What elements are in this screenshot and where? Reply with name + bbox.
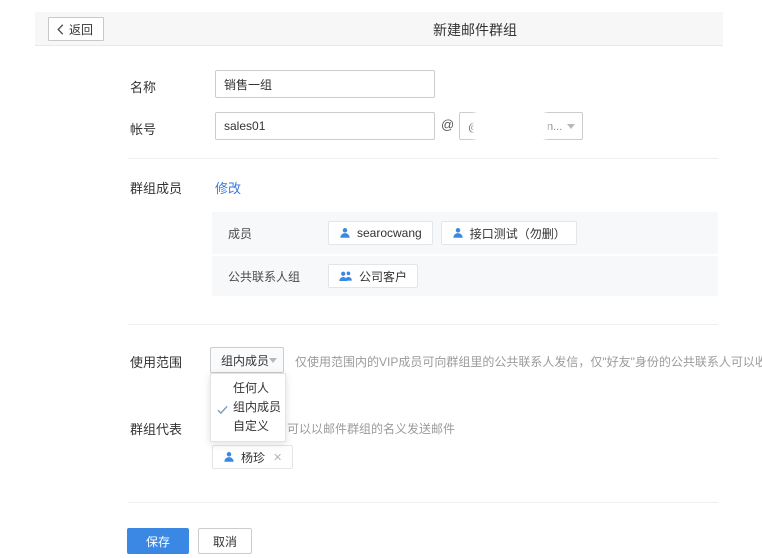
scope-option-custom[interactable]: 自定义	[211, 417, 285, 436]
scope-select-value: 组内成员	[221, 352, 269, 369]
scope-option-label: 自定义	[233, 419, 269, 433]
cancel-button[interactable]: 取消	[198, 528, 252, 554]
members-section-label: 群组成员	[130, 178, 182, 197]
divider	[128, 502, 718, 503]
caret-down-icon	[269, 358, 277, 363]
page-title: 新建邮件群组	[433, 20, 517, 40]
create-mail-group-page: 返回 新建邮件群组 名称 帐号 @ @ n... 群组成员 修改 成员 sear…	[0, 0, 762, 558]
contact-group-row-label: 公共联系人组	[228, 268, 328, 285]
save-button[interactable]: 保存	[127, 528, 189, 554]
domain-select[interactable]: @ n...	[459, 112, 583, 140]
redacted-domain-blur	[474, 106, 546, 146]
member-chip[interactable]: searocwang	[328, 221, 433, 245]
back-button[interactable]: 返回	[48, 17, 104, 41]
user-icon	[339, 227, 351, 239]
name-label: 名称	[130, 77, 156, 96]
scope-option-label: 组内成员	[233, 400, 281, 414]
account-input[interactable]	[215, 112, 435, 140]
scope-option-group-members[interactable]: 组内成员	[211, 398, 285, 417]
user-icon	[223, 451, 235, 463]
scope-select[interactable]: 组内成员	[210, 347, 284, 373]
scope-option-label: 任何人	[233, 381, 269, 395]
users-icon	[339, 270, 353, 282]
scope-option-anyone[interactable]: 任何人	[211, 379, 285, 398]
divider	[128, 324, 718, 325]
scope-label: 使用范围	[130, 352, 182, 371]
contact-group-chip[interactable]: 公司客户	[328, 264, 418, 288]
member-chip[interactable]: 接口测试（勿删）	[441, 221, 577, 245]
header-bar: 返回 新建邮件群组	[35, 12, 723, 46]
members-row-label: 成员	[228, 225, 328, 242]
members-row: 成员 searocwang 接口测试（勿删）	[212, 212, 718, 254]
contact-group-chip-label: 公司客户	[359, 268, 407, 285]
representative-chip-label: 杨珍	[241, 449, 265, 466]
member-chip-label: searocwang	[357, 226, 422, 240]
representative-label: 群组代表	[130, 419, 182, 438]
divider	[128, 158, 718, 159]
representative-chip[interactable]: 杨珍 ✕	[212, 445, 293, 469]
scope-dropdown-menu: 任何人 组内成员 自定义	[210, 373, 286, 442]
contact-group-row: 公共联系人组 公司客户	[212, 256, 718, 296]
caret-down-icon	[567, 124, 575, 129]
scope-help-text: 仅使用范围内的VIP成员可向群组里的公共联系人发信，仅"好友"身份的公共联系人可…	[295, 353, 762, 370]
domain-suffix: n...	[547, 121, 562, 133]
at-symbol: @	[441, 117, 454, 132]
back-button-label: 返回	[69, 21, 93, 38]
member-chip-label: 接口测试（勿删）	[470, 225, 566, 242]
representative-help-text: 可以以邮件群组的名义发送邮件	[287, 420, 455, 437]
close-icon[interactable]: ✕	[273, 451, 282, 464]
user-icon	[452, 227, 464, 239]
chevron-left-icon	[57, 24, 64, 35]
name-input[interactable]	[215, 70, 435, 98]
account-label: 帐号	[130, 119, 156, 138]
modify-members-link[interactable]: 修改	[215, 178, 241, 197]
